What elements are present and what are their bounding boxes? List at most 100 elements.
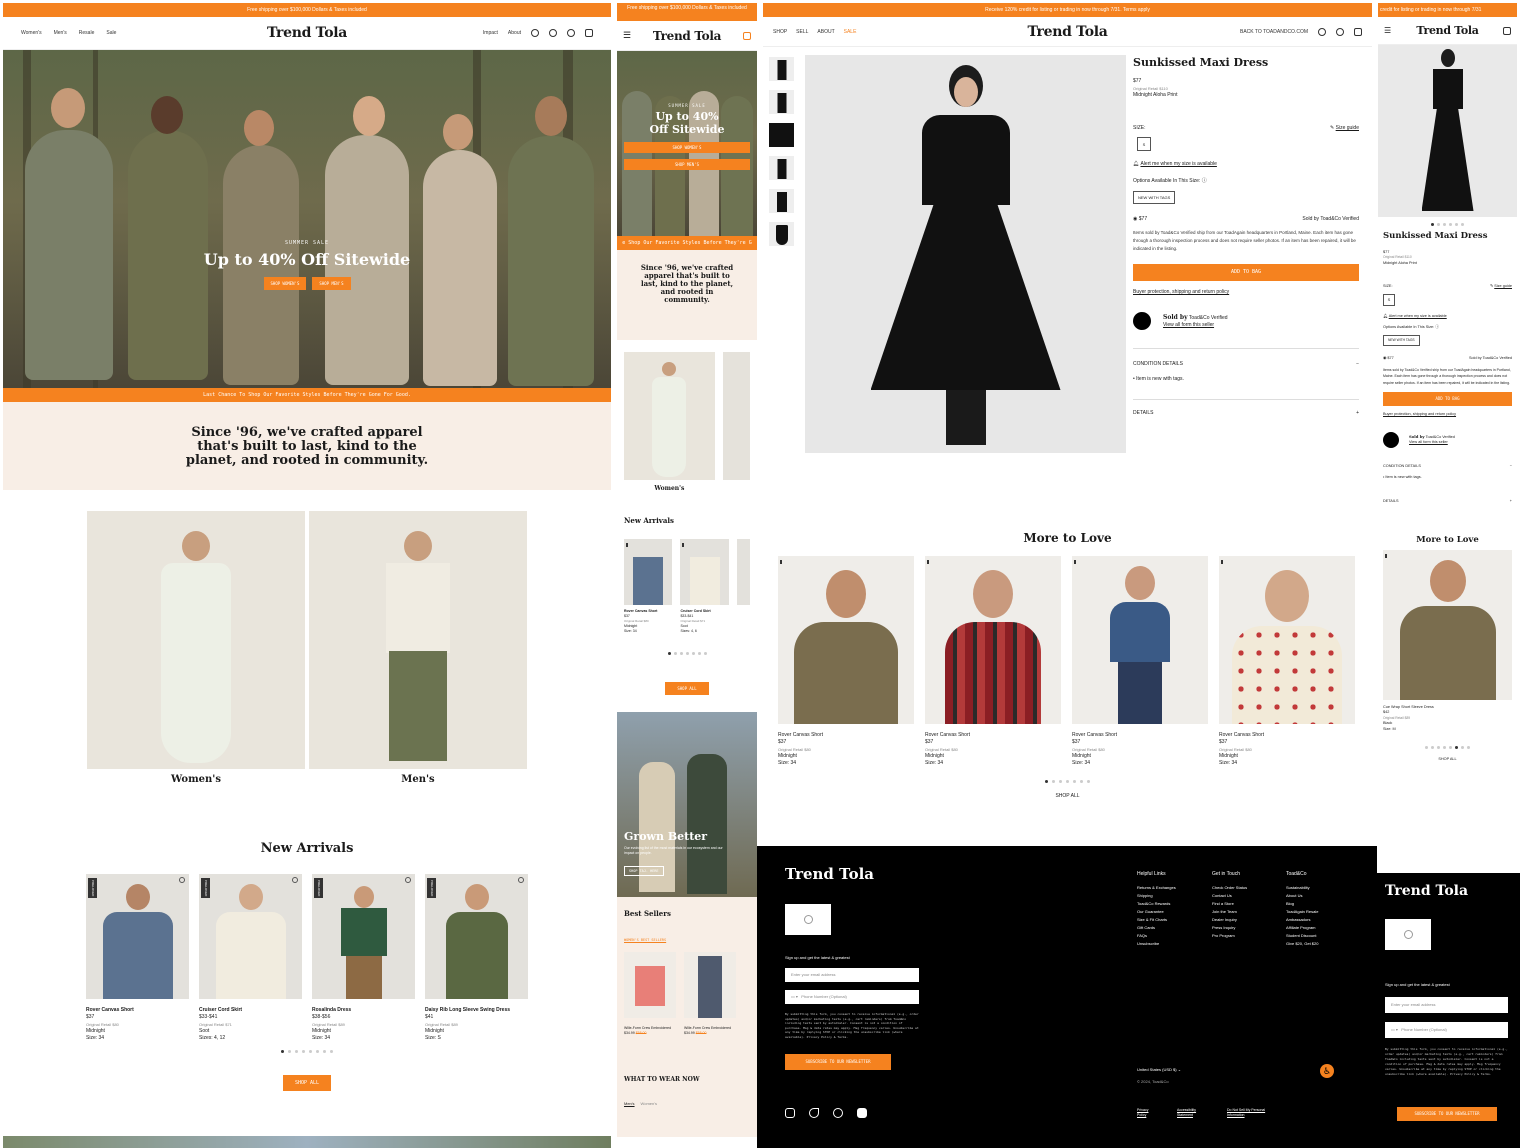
- footer-link[interactable]: Affiliate Program: [1286, 924, 1318, 932]
- product-name[interactable]: Rover Canvas Short: [1219, 732, 1355, 739]
- product-card[interactable]: PRELOVED Rosalinda Dress $38-$56 Origina…: [312, 874, 415, 1042]
- instagram-icon[interactable]: [785, 1108, 795, 1118]
- product-image[interactable]: [1072, 556, 1208, 724]
- product-name[interactable]: Rosalinda Dress: [312, 1007, 415, 1014]
- product-name[interactable]: Daisy Rib Long Sleeve Swing Dress: [425, 1007, 528, 1014]
- accessibility-link[interactable]: Accessibility Statement: [1177, 1108, 1207, 1118]
- main-product-image[interactable]: [805, 55, 1126, 453]
- thumbnail[interactable]: [769, 123, 794, 147]
- size-guide-link[interactable]: Size guide: [1336, 125, 1359, 131]
- thumbnail[interactable]: [769, 57, 794, 81]
- size-guide-link[interactable]: Size guide: [1494, 284, 1512, 288]
- footer-link[interactable]: Shipping: [1137, 892, 1176, 900]
- shop-mens-button[interactable]: SHOP MEN'S: [624, 159, 750, 170]
- nav-sale[interactable]: SALE: [844, 29, 857, 35]
- product-card[interactable]: Rover Canvas Short $37 Original Retail $…: [1072, 556, 1208, 767]
- search-icon[interactable]: [531, 29, 539, 37]
- footer-link[interactable]: Press Inquiry: [1212, 924, 1247, 932]
- footer-link[interactable]: Size & Fit Charts: [1137, 916, 1176, 924]
- menu-icon[interactable]: ☰: [1384, 26, 1391, 35]
- back-link[interactable]: BACK TO TOADANDCO.COM: [1240, 29, 1308, 35]
- footer-link[interactable]: Returns & Exchanges: [1137, 884, 1176, 892]
- product-image[interactable]: [1219, 556, 1355, 724]
- bag-icon[interactable]: [585, 29, 593, 37]
- phone-field[interactable]: ▭ ▾ Phone Number (Optional): [1385, 1022, 1508, 1038]
- product-card[interactable]: PRELOVED Cruiser Cord Skirt $33-$41 Orig…: [199, 874, 302, 1042]
- footer-link[interactable]: Pro Program: [1212, 932, 1247, 940]
- mens-image[interactable]: [309, 511, 527, 769]
- search-icon[interactable]: [1336, 27, 1344, 36]
- product-name[interactable]: Rover Canvas Short: [778, 732, 914, 739]
- product-card[interactable]: PRELOVED Rover Canvas Short $37 Original…: [86, 874, 189, 1042]
- facebook-icon[interactable]: [833, 1108, 843, 1118]
- tab-mens[interactable]: Men's: [624, 1101, 635, 1106]
- nav-about[interactable]: ABOUT: [817, 29, 834, 35]
- nav-mens[interactable]: Men's: [54, 30, 67, 36]
- expand-icon[interactable]: +: [1510, 499, 1512, 505]
- email-field[interactable]: Enter your email address: [1385, 997, 1508, 1013]
- grown-button[interactable]: SHOP TAJ. HERE: [624, 866, 664, 876]
- heart-icon[interactable]: [179, 877, 185, 883]
- product-name[interactable]: Rover Canvas Short: [925, 732, 1061, 739]
- womens-image[interactable]: [87, 511, 305, 769]
- info-icon[interactable]: ⓘ: [1435, 325, 1439, 329]
- heart-icon[interactable]: [549, 29, 557, 37]
- alert-link[interactable]: Alert me when my size is available: [1389, 314, 1447, 318]
- footer-link[interactable]: ToadAgain Resale: [1286, 908, 1318, 916]
- tiktok-icon[interactable]: [809, 1108, 819, 1118]
- category-label-womens[interactable]: Women's: [87, 774, 305, 785]
- carousel-dots[interactable]: [617, 652, 757, 655]
- shop-womens-button[interactable]: SHOP WOMEN'S: [624, 142, 750, 153]
- product-card[interactable]: Rover Canvas Short $37 Original Retail $…: [925, 556, 1061, 767]
- footer-link[interactable]: Sustainability: [1286, 884, 1318, 892]
- footer-link[interactable]: Ambassadors: [1286, 916, 1318, 924]
- footer-link[interactable]: Contact Us: [1212, 892, 1247, 900]
- collapse-icon[interactable]: −: [1356, 361, 1359, 368]
- policy-link[interactable]: Buyer protection, shipping and return po…: [1383, 412, 1512, 418]
- shop-all-button[interactable]: SHOP ALL: [665, 682, 709, 695]
- product-card[interactable]: Cue Wrap Short Sleeve Dress $42 Original…: [1383, 549, 1512, 733]
- product-image[interactable]: [925, 556, 1061, 724]
- expand-icon[interactable]: +: [1356, 410, 1359, 417]
- do-not-sell-link[interactable]: Do Not Sell My Personal Information: [1227, 1108, 1277, 1118]
- shop-all-link[interactable]: SHOP ALL: [763, 793, 1372, 799]
- nav-womens[interactable]: Women's: [21, 30, 42, 36]
- condition-pill[interactable]: NEW WITH TAGS: [1383, 334, 1420, 346]
- footer-brand[interactable]: Trend Tola: [1385, 884, 1468, 898]
- nav-about[interactable]: About: [508, 30, 521, 36]
- size-option[interactable]: S: [1137, 137, 1151, 151]
- size-option[interactable]: S: [1383, 293, 1395, 306]
- tab-womens[interactable]: Women's: [641, 1101, 657, 1106]
- seller-link[interactable]: View all form this seller: [1409, 440, 1455, 446]
- subscribe-button[interactable]: SUBSCRIBE TO OUR NEWSLETTER: [785, 1054, 891, 1070]
- footer-link[interactable]: Give $20, Get $20: [1286, 940, 1318, 948]
- flag-icon[interactable]: ▭ ▾: [791, 994, 798, 999]
- footer-link[interactable]: Student Discount: [1286, 932, 1318, 940]
- details-accordion[interactable]: DETAILS +: [1133, 410, 1359, 417]
- bag-icon[interactable]: [1354, 27, 1362, 36]
- category-label-mens[interactable]: Men's: [309, 774, 527, 785]
- product-name[interactable]: Rover Canvas Short: [86, 1007, 189, 1014]
- product-image[interactable]: [1383, 549, 1512, 700]
- thumbnail[interactable]: [769, 90, 794, 114]
- footer-brand[interactable]: Trend Tola: [785, 867, 874, 882]
- radio-selected-icon[interactable]: ◉: [1133, 216, 1137, 222]
- footer-link[interactable]: Unsubscribe: [1137, 940, 1176, 948]
- product-image[interactable]: PRELOVED: [86, 874, 189, 999]
- heart-icon[interactable]: [405, 877, 411, 883]
- alert-link[interactable]: Alert me when my size is available: [1140, 161, 1216, 167]
- category-label-womens[interactable]: Women's: [624, 485, 715, 492]
- footer-link[interactable]: Toad&Co Rewards: [1137, 900, 1176, 908]
- chevron-down-icon[interactable]: ⌄: [1178, 1067, 1181, 1072]
- product-card[interactable]: Rover Canvas Short $37 Original Retail $…: [778, 556, 914, 767]
- add-to-bag-button[interactable]: ADD TO BAG: [1383, 392, 1512, 406]
- shop-all-link[interactable]: SHOP ALL: [1383, 757, 1512, 763]
- info-icon[interactable]: ⓘ: [1202, 178, 1207, 184]
- email-field[interactable]: Enter your email address: [785, 968, 919, 982]
- condition-pill[interactable]: NEW WITH TAGS: [1133, 191, 1176, 204]
- condition-accordion[interactable]: CONDITION DETAILS −: [1133, 361, 1359, 368]
- product-card[interactable]: Rover Canvas Short $37 Original Retail $…: [1219, 556, 1355, 767]
- footer-link[interactable]: Blog: [1286, 900, 1318, 908]
- thumbnail[interactable]: [769, 156, 794, 180]
- product-name[interactable]: Rover Canvas Short: [1072, 732, 1208, 739]
